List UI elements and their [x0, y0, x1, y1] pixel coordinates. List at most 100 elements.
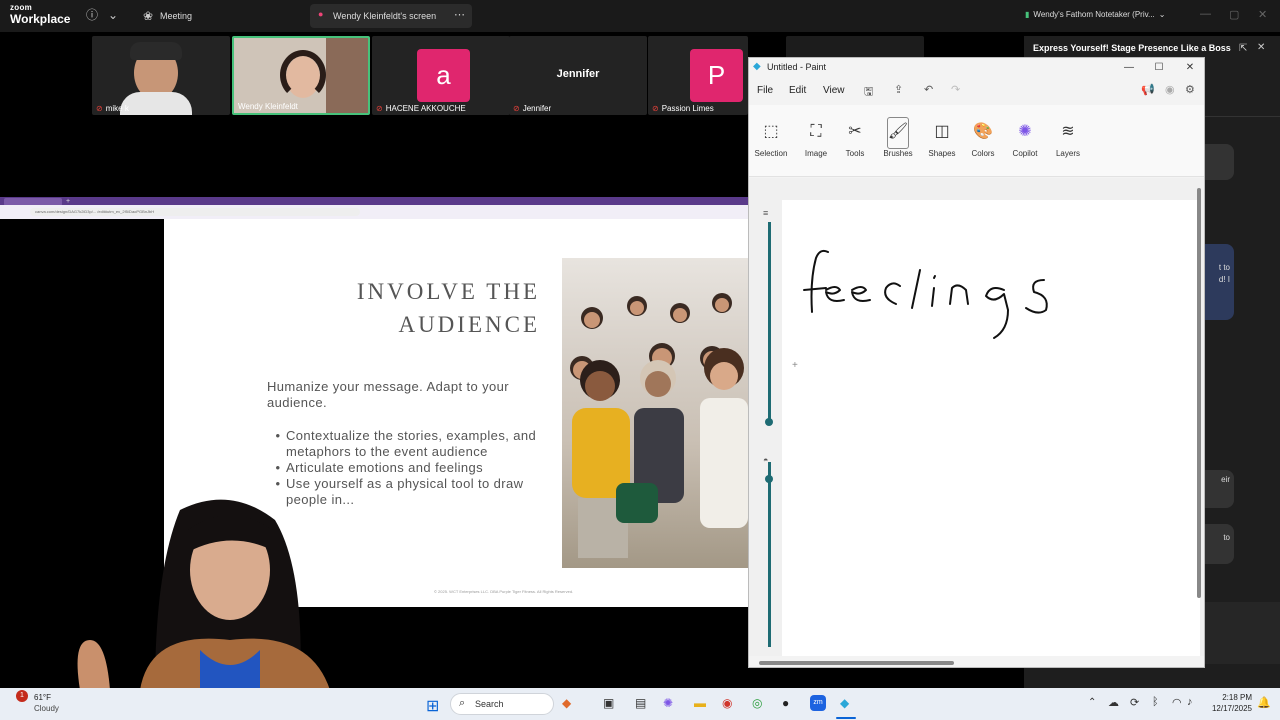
tool-image[interactable]: ⛶ Image — [794, 119, 838, 158]
slider-track[interactable] — [768, 462, 771, 647]
volume-icon[interactable]: ♪ — [1187, 696, 1193, 708]
popout-icon[interactable]: ⇱ — [1239, 43, 1247, 54]
paint-ribbon: ⬚ Selection ⛶ Image ✂ Tools 🖌 Brushes ◫ … — [749, 105, 1204, 177]
tool-label: Colors — [971, 149, 995, 158]
paint-window: ◆ Untitled - Paint — ☐ ✕ File Edit View … — [748, 57, 1205, 668]
slide-title-line: INVOLVE THE — [356, 279, 540, 304]
screen-share-indicator[interactable]: ● Wendy Kleinfeldt's screen ⋯ — [310, 4, 472, 28]
more-options-icon[interactable]: ⋯ — [454, 8, 465, 21]
taskbar-search[interactable]: ⌕ Search — [450, 693, 554, 715]
zoom-app-icon[interactable]: zm — [810, 695, 826, 711]
tool-copilot[interactable]: ✺ Copilot — [1003, 119, 1047, 158]
clock-date[interactable]: 12/17/2025 — [1206, 704, 1252, 713]
tool-selection[interactable]: ⬚ Selection — [749, 119, 793, 158]
participant-name: Wendy Kleinfeldt — [238, 102, 298, 111]
zoom-brand-big: Workplace — [10, 12, 71, 26]
participant-tile[interactable]: a ⊘ HACENE AKKOUCHE — [372, 36, 510, 115]
chat-text: t to — [1218, 263, 1230, 272]
paint-app-icon: ◆ — [753, 61, 761, 72]
paint-window-title: Untitled - Paint — [767, 62, 827, 72]
chrome-icon[interactable]: ◎ — [752, 696, 762, 710]
windows-start-icon[interactable]: ⊞ — [426, 696, 439, 716]
weather-desc[interactable]: Cloudy — [34, 704, 59, 713]
vertical-scrollbar[interactable] — [1197, 188, 1201, 598]
brush-size-slider[interactable]: ≡ ◓ — [761, 200, 777, 647]
maximize-icon[interactable]: ☐ — [1144, 60, 1174, 76]
menu-view[interactable]: View — [823, 85, 845, 96]
minimize-icon[interactable]: — — [1114, 60, 1144, 76]
notes-icon[interactable]: ▤ — [635, 696, 646, 710]
chevron-down-icon[interactable]: ⌄ — [105, 7, 121, 23]
folder-icon[interactable]: ▬ — [694, 696, 706, 710]
tool-colors[interactable]: 🎨 Colors — [961, 119, 1005, 158]
notification-bell-icon[interactable]: 🔔 — [1257, 696, 1271, 709]
tool-layers[interactable]: ≋ Layers — [1046, 119, 1090, 158]
chevron-up-icon[interactable]: ⌃ — [1088, 697, 1096, 708]
participant-tile-active[interactable]: Wendy Kleinfeldt — [232, 36, 370, 115]
list-item-text: Articulate emotions and feelings — [286, 460, 484, 475]
drawing-canvas[interactable]: + — [782, 200, 1200, 656]
chat-text: eir — [1221, 475, 1230, 484]
tool-label: Brushes — [883, 149, 913, 158]
info-icon[interactable]: ⓘ — [84, 7, 100, 23]
menu-file[interactable]: File — [757, 85, 773, 96]
presenter-illustration — [77, 499, 330, 690]
notetaker-indicator[interactable]: ▮ Wendy's Fathom Notetaker (Priv... ⌄ — [1025, 5, 1165, 25]
tool-brushes[interactable]: 🖌 Brushes — [876, 119, 920, 158]
list-item-text: Contextualize the stories, examples, and… — [286, 428, 537, 459]
announcement-icon[interactable]: 📢 — [1141, 83, 1155, 96]
participant-name-text: Passion Limes — [661, 104, 714, 113]
cloud-icon[interactable]: ☁ — [1108, 696, 1119, 709]
slider-thumb[interactable] — [765, 418, 773, 426]
active-app-indicator — [836, 717, 856, 719]
close-icon[interactable]: ✕ — [1258, 8, 1267, 21]
close-icon[interactable]: ✕ — [1175, 60, 1205, 76]
slide-footer: © 2025. WCT Enterprises LLC. DBA Purple … — [434, 589, 574, 594]
paw-icon: ❀ — [142, 9, 154, 23]
app-icon[interactable]: ● — [782, 696, 789, 710]
paint-titlebar[interactable]: ◆ Untitled - Paint — ☐ ✕ — [749, 58, 1204, 78]
wifi-icon[interactable]: ◠ — [1172, 696, 1182, 709]
menu-edit[interactable]: Edit — [789, 85, 806, 96]
cap-shape — [130, 42, 182, 60]
widgets-icon[interactable]: ◆ — [562, 696, 571, 710]
slide-title-line: AUDIENCE — [398, 312, 540, 337]
tool-label: Image — [804, 149, 828, 158]
brush-size-icon: ≡ — [763, 208, 769, 218]
participant-tile[interactable]: ⊘ mike k — [92, 36, 230, 115]
slider-thumb[interactable] — [765, 475, 773, 483]
participant-tile[interactable]: Jennifer ⊘ Jennifer — [509, 36, 647, 115]
account-icon[interactable]: ◉ — [1165, 83, 1175, 96]
share-icon[interactable]: ⇪ — [894, 83, 903, 96]
weather-temp[interactable]: 61°F — [34, 693, 51, 702]
firefox-icon[interactable]: ◉ — [722, 696, 732, 710]
list-item: • Articulate emotions and feelings — [270, 460, 550, 476]
bluetooth-icon[interactable]: ᛒ — [1152, 696, 1159, 708]
scrollbar-thumb[interactable] — [759, 661, 954, 665]
mic-muted-icon: ⊘ — [96, 104, 103, 113]
copilot-icon[interactable]: ✺ — [663, 696, 673, 710]
minimize-icon[interactable]: — — [1200, 8, 1211, 20]
url-bar[interactable]: canva.com/design/DAG7k2iD3p/... /edit#ut… — [30, 208, 360, 216]
handwriting-drawing — [803, 249, 1048, 339]
meeting-label[interactable]: Meeting — [160, 8, 192, 24]
save-icon[interactable]: 🖫 — [864, 83, 873, 102]
zoom-logo: zoom Workplace — [10, 4, 71, 26]
settings-icon[interactable]: ⚙ — [1185, 83, 1195, 96]
horizontal-scrollbar[interactable] — [759, 661, 1189, 665]
participant-tile[interactable]: P ⊘ Passion Limes — [648, 36, 748, 115]
task-view-icon[interactable]: ▣ — [603, 696, 614, 710]
palette-icon: 🎨 — [973, 123, 993, 140]
slider-track[interactable] — [768, 222, 771, 422]
maximize-icon[interactable]: ▢ — [1229, 8, 1239, 21]
participant-name-text: Wendy Kleinfeldt — [238, 102, 298, 111]
tool-label: Copilot — [1012, 149, 1038, 158]
sync-icon[interactable]: ⟳ — [1130, 696, 1139, 709]
undo-icon[interactable]: ↶ — [924, 83, 933, 96]
redo-icon[interactable]: ↷ — [951, 83, 960, 96]
close-icon[interactable]: ✕ — [1257, 42, 1265, 53]
paint-taskbar-icon[interactable]: ◆ — [840, 696, 849, 710]
tool-shapes[interactable]: ◫ Shapes — [920, 119, 964, 158]
tool-tools[interactable]: ✂ Tools — [833, 119, 877, 158]
clock-time[interactable]: 2:18 PM — [1208, 693, 1252, 702]
